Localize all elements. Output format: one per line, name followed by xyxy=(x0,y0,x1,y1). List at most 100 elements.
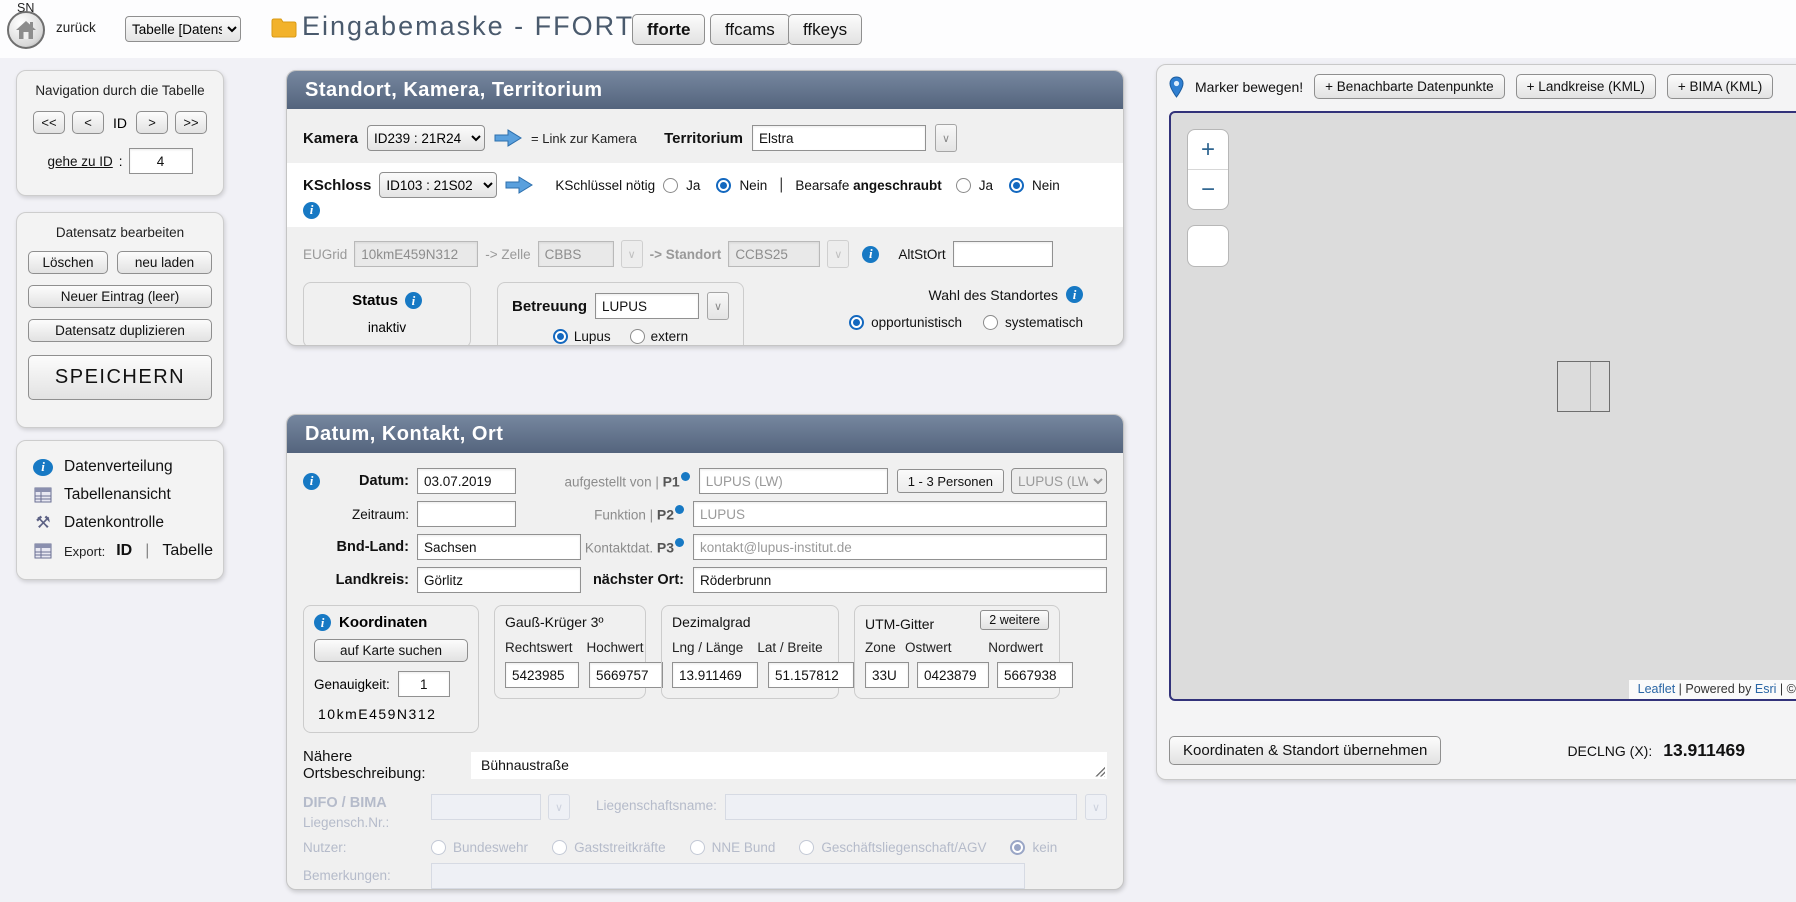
genauigkeit-label: Genauigkeit: xyxy=(314,677,390,692)
zone-input[interactable] xyxy=(865,662,909,688)
link-datenverteilung[interactable]: i Datenverteilung xyxy=(33,453,215,481)
nutzer-bundeswehr-radio xyxy=(431,840,446,855)
p1-select[interactable]: LUPUS (LW xyxy=(1011,468,1107,494)
landkreise-kml-button[interactable]: + Landkreise (KML) xyxy=(1516,74,1656,99)
standort-info-icon[interactable]: i xyxy=(862,246,879,263)
app-button-ffkeys[interactable]: ffkeys xyxy=(788,14,862,45)
bearsafe-ja-radio[interactable] xyxy=(956,178,971,193)
link-export[interactable]: Export: ID | Tabelle xyxy=(33,537,215,565)
p2-input[interactable] xyxy=(693,501,1107,527)
link-datenkontrolle[interactable]: ⚒ Datenkontrolle xyxy=(33,509,215,537)
personen-button[interactable]: 1 - 3 Personen xyxy=(897,469,1004,493)
weitere-button[interactable]: 2 weitere xyxy=(980,610,1049,630)
kschluessel-ja-radio[interactable] xyxy=(663,178,678,193)
p2-info-icon[interactable] xyxy=(675,505,684,514)
kamera-label: Kamera xyxy=(303,130,358,147)
resize-handle[interactable] xyxy=(1094,766,1105,777)
lat-input[interactable] xyxy=(768,662,854,688)
genauigkeit-input[interactable] xyxy=(398,671,450,697)
first-record-button[interactable]: << xyxy=(33,111,65,134)
apply-coordinates-button[interactable]: Koordinaten & Standort übernehmen xyxy=(1169,736,1441,765)
wahl-label: Wahl des Standortes xyxy=(929,287,1058,303)
altstort-label: AltStOrt xyxy=(898,247,945,262)
p1-input[interactable] xyxy=(699,468,888,494)
zelle-dropdown-button: ∨ xyxy=(621,240,643,268)
bima-kml-button[interactable]: + BIMA (KML) xyxy=(1667,74,1773,99)
goto-id-link[interactable]: gehe zu ID xyxy=(47,154,112,169)
home-button[interactable] xyxy=(7,11,45,49)
datum-input[interactable] xyxy=(417,468,516,494)
lng-input[interactable] xyxy=(672,662,758,688)
systematisch-radio[interactable] xyxy=(983,315,998,330)
delete-button[interactable]: Löschen xyxy=(28,251,108,274)
kschloss-select[interactable]: ID103 : 21S02 xyxy=(379,172,497,198)
page-title: Eingabemaske - FFORTE xyxy=(302,11,654,42)
p3-input[interactable] xyxy=(693,534,1107,560)
kamera-select[interactable]: ID239 : 21R24 xyxy=(367,125,485,151)
betreuung-input[interactable] xyxy=(595,293,699,319)
wahl-info-icon[interactable]: i xyxy=(1066,286,1083,303)
territorium-input[interactable] xyxy=(752,125,926,151)
altstort-input[interactable] xyxy=(953,241,1053,267)
new-entry-button[interactable]: Neuer Eintrag (leer) xyxy=(28,285,212,308)
koordinaten-box: iKoordinaten auf Karte suchen Genauigkei… xyxy=(303,605,479,733)
p3-info-icon[interactable] xyxy=(675,538,684,547)
arrow-link-icon[interactable] xyxy=(505,176,533,194)
map-layers-button[interactable] xyxy=(1187,225,1229,267)
ostwert-input[interactable] xyxy=(917,662,989,688)
goto-id-input[interactable] xyxy=(129,148,193,174)
save-button[interactable]: SPEICHERN xyxy=(28,355,212,400)
duplicate-button[interactable]: Datensatz duplizieren xyxy=(28,319,212,342)
hochwert-input[interactable] xyxy=(589,662,663,688)
naechster-ort-input[interactable] xyxy=(693,567,1107,593)
betreuung-lupus-radio[interactable] xyxy=(553,329,568,344)
navigation-box: Navigation durch die Tabelle << < ID > >… xyxy=(16,70,224,196)
arrow-link-icon[interactable] xyxy=(494,129,522,147)
map-canvas[interactable]: + − Leaflet | Powered by Esri | © O xyxy=(1169,111,1796,701)
nordwert-input[interactable] xyxy=(997,662,1073,688)
betreuung-extern-radio[interactable] xyxy=(630,329,645,344)
app-button-fforte[interactable]: fforte xyxy=(632,14,705,45)
wahl-standort-group: Wahl des Standortes i opportunistisch sy… xyxy=(835,282,1083,330)
next-record-button[interactable]: > xyxy=(136,111,168,134)
difo-bima-section: DIFO / BIMA Liegensch.Nr.: ∨ Liegenschaf… xyxy=(303,794,1107,890)
export-table-link[interactable]: Tabelle xyxy=(162,542,213,560)
zelle-label: -> Zelle xyxy=(485,247,530,262)
kschloss-info-icon[interactable]: i xyxy=(303,202,320,219)
karte-suchen-button[interactable]: auf Karte suchen xyxy=(314,639,468,662)
datenpunkte-button[interactable]: + Benachbarte Datenpunkte xyxy=(1314,74,1505,99)
datum-info-icon[interactable]: i xyxy=(303,473,320,490)
zoom-out-button[interactable]: − xyxy=(1188,170,1228,209)
ortsbeschreibung-textarea[interactable]: Bühnaustraße xyxy=(471,752,1107,779)
last-record-button[interactable]: >> xyxy=(175,111,207,134)
koordinaten-info-icon[interactable]: i xyxy=(314,614,331,631)
leaflet-link[interactable]: Leaflet xyxy=(1638,682,1676,696)
prev-record-button[interactable]: < xyxy=(72,111,104,134)
zoom-in-button[interactable]: + xyxy=(1188,130,1228,169)
reload-button[interactable]: neu laden xyxy=(117,251,212,274)
rechtswert-input[interactable] xyxy=(505,662,579,688)
betreuung-dropdown-button[interactable]: ∨ xyxy=(707,292,729,320)
back-link[interactable]: zurück xyxy=(56,20,96,35)
dezimalgrad-box: Dezimalgrad Lng / LängeLat / Breite xyxy=(661,605,839,699)
opportunistisch-radio[interactable] xyxy=(849,315,864,330)
esri-link[interactable]: Esri xyxy=(1755,682,1777,696)
link-tabellenansicht[interactable]: Tabellenansicht xyxy=(33,481,215,509)
bndland-input[interactable] xyxy=(417,534,581,560)
status-info-icon[interactable]: i xyxy=(405,292,422,309)
territorium-dropdown-button[interactable]: ∨ xyxy=(935,124,957,152)
bemerkungen-label: Bemerkungen: xyxy=(303,868,431,883)
kschluessel-nein-radio[interactable] xyxy=(716,178,731,193)
liegenschaftsname-dropdown: ∨ xyxy=(1085,794,1107,820)
table-select[interactable]: Tabelle [Datens xyxy=(125,16,241,42)
nutzer-label: Nutzer: xyxy=(303,840,431,855)
app-button-ffcams[interactable]: ffcams xyxy=(710,14,790,45)
landkreis-input[interactable] xyxy=(417,567,581,593)
export-id-link[interactable]: ID xyxy=(116,542,132,560)
datum-label: Datum: xyxy=(331,473,409,489)
bemerkungen-input xyxy=(431,863,1025,889)
zeitraum-label: Zeitraum: xyxy=(331,507,409,522)
zeitraum-input[interactable] xyxy=(417,501,516,527)
p1-info-icon[interactable] xyxy=(681,472,690,481)
bearsafe-nein-radio[interactable] xyxy=(1009,178,1024,193)
